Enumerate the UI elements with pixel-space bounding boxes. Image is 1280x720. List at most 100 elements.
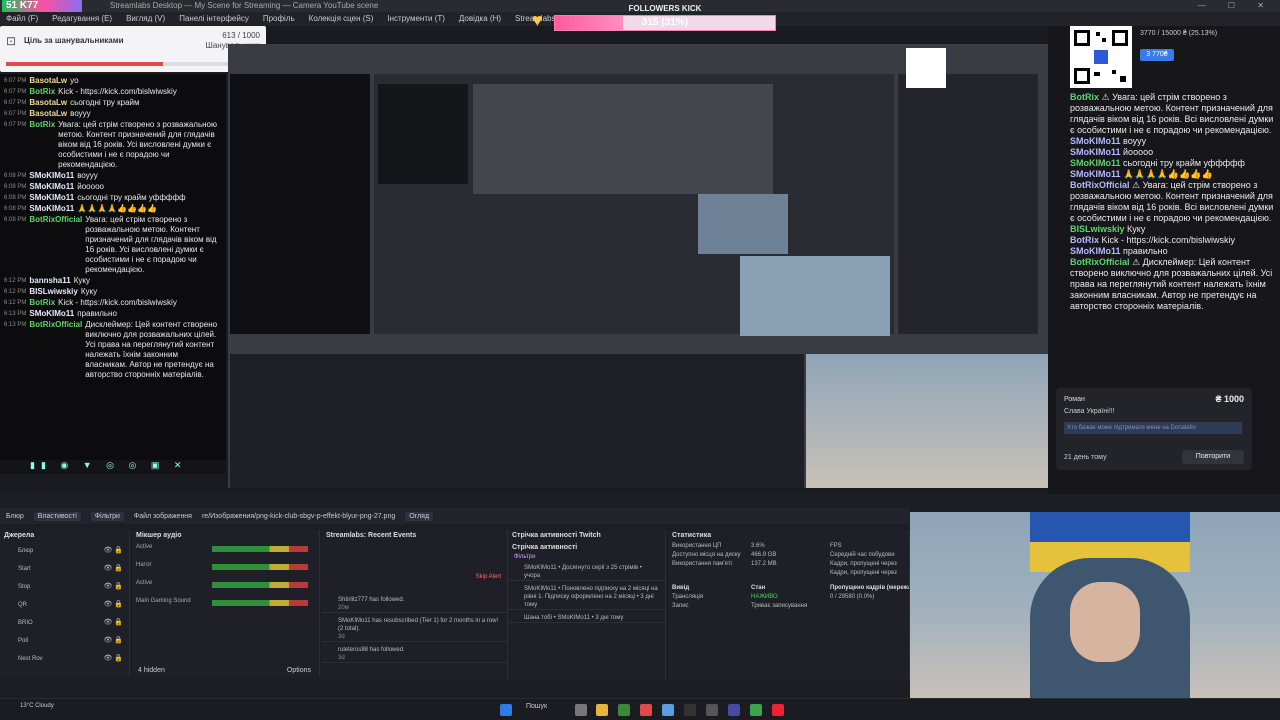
menu-item[interactable]: Інструменти (T) bbox=[387, 12, 445, 26]
record-icon[interactable] bbox=[772, 704, 784, 716]
chat-message: 6:12 PM BotRix Kick - https://kick.com/bis… bbox=[4, 298, 222, 308]
source-item[interactable]: BRIO 👁 🔒 bbox=[0, 614, 129, 632]
explorer-icon[interactable] bbox=[596, 704, 608, 716]
mixer-options[interactable]: Options bbox=[287, 667, 311, 674]
stats-cell bbox=[672, 569, 751, 578]
image-file-label: Файл зображення bbox=[133, 512, 192, 520]
volume-meter[interactable] bbox=[212, 546, 308, 552]
chat-message: 6:07 PM BasotaLw воууу bbox=[4, 109, 222, 119]
source-item[interactable]: Nest Rov 👁 🔒 bbox=[0, 650, 129, 668]
task-view-icon[interactable] bbox=[575, 704, 587, 716]
skip-alert-button[interactable]: Skip Alert bbox=[476, 574, 501, 580]
weather-widget[interactable]: 13°C Cloudy bbox=[20, 703, 54, 710]
chrome-icon[interactable] bbox=[750, 704, 762, 716]
start-icon[interactable] bbox=[500, 704, 512, 716]
chat-text: Куку bbox=[80, 287, 98, 296]
menu-item[interactable]: Панелі інтерфейсу bbox=[179, 12, 249, 26]
app-logo: 51 K77 bbox=[2, 0, 82, 12]
chat-time: 6:07 PM bbox=[4, 111, 27, 117]
chat-username: BISLwiwskiy bbox=[29, 287, 78, 296]
app-icon[interactable] bbox=[684, 704, 696, 716]
stats-cell: 466.9 GB bbox=[751, 552, 777, 558]
event-item: Shtirlitz777 has followed. 20м bbox=[322, 592, 507, 613]
stats-header: Пропущено кадрів (мережа) bbox=[830, 585, 909, 591]
menu-item[interactable]: Редагування (E) bbox=[52, 12, 112, 26]
chat-toolbar[interactable]: ▮▮ ◉ ▼ ◎ ◎ ▣ ✕ bbox=[0, 460, 226, 474]
obs-icon[interactable] bbox=[706, 704, 718, 716]
chat-time: 6:07 PM bbox=[4, 78, 27, 84]
donation-card: Роман ₴ 1000 Слава Україні!!! Хто бажає … bbox=[1056, 388, 1252, 470]
stats-row: Доступно місця на диску 466.9 GB Середній … bbox=[668, 551, 909, 560]
volume-meter[interactable] bbox=[212, 582, 308, 588]
nested-qr bbox=[906, 48, 946, 88]
window-controls[interactable]: — ☐ ✕ bbox=[1198, 0, 1274, 12]
right-chat-text: 🙏🙏🙏🙏👍👍👍👍 bbox=[1123, 169, 1213, 179]
right-chat-username: SMoKIMo11 bbox=[1070, 158, 1121, 168]
audio-mixer-panel: Мікшер аудіо Active Натог Active Main Gamin… bbox=[132, 530, 320, 676]
right-chat-message: SMoKIMo11 🙏🙏🙏🙏👍👍👍👍 bbox=[1048, 169, 1280, 180]
source-label: QR bbox=[18, 602, 27, 608]
mixer-label: Active bbox=[136, 544, 153, 550]
menu-item[interactable]: Файл (F) bbox=[6, 12, 38, 26]
stats-cell: Використання ЦП bbox=[672, 543, 722, 549]
volume-meter[interactable] bbox=[212, 600, 308, 606]
visibility-icon[interactable]: 👁 🔒 bbox=[103, 596, 123, 614]
visibility-icon[interactable]: 👁 🔒 bbox=[103, 578, 123, 596]
menu-item[interactable]: Профіль bbox=[263, 12, 295, 26]
chat-text: Kick - https://kick.com/bislwiwskiy bbox=[58, 87, 177, 96]
chat-text: сьогодні тру крайм bbox=[70, 98, 140, 107]
stats-cell: FPS bbox=[830, 543, 842, 549]
menu-item[interactable]: Колекція сцен (S) bbox=[309, 12, 374, 26]
chat-message: 6:13 PM BotRixOfficial Дисклеймер: Цей кон… bbox=[4, 320, 222, 380]
donation-total-button[interactable]: 3 770₴ bbox=[1140, 49, 1174, 61]
right-chat-username: BISLwiwskiy bbox=[1070, 224, 1125, 234]
browser-icon[interactable] bbox=[640, 704, 652, 716]
chat-message: 6:12 PM bannsha11 Куку bbox=[4, 276, 222, 286]
chat-time: 6:13 PM bbox=[4, 322, 27, 328]
chat-username: bannsha11 bbox=[29, 276, 71, 285]
source-item[interactable]: Блюр 👁 🔒 bbox=[0, 542, 129, 560]
output-row: Трансляція НАЖИВО 0 / 29580 (0.0%) bbox=[668, 593, 909, 602]
right-chat-text: Kick - https://kick.com/bislwiwskiy bbox=[1101, 235, 1236, 245]
source-item[interactable]: Stop 👁 🔒 bbox=[0, 578, 129, 596]
followers-kick-label: FOLLOWERS KICK bbox=[628, 4, 702, 13]
source-item[interactable]: QR 👁 🔒 bbox=[0, 596, 129, 614]
menu-item[interactable]: Вигляд (V) bbox=[126, 12, 165, 26]
menu-item[interactable]: Довідка (H) bbox=[459, 12, 501, 26]
event-text: Shtirlitz777 has followed. bbox=[338, 597, 405, 603]
visibility-icon[interactable]: 👁 🔒 bbox=[103, 614, 123, 632]
visibility-icon[interactable]: 👁 🔒 bbox=[103, 542, 123, 560]
repeat-button[interactable]: Повторити bbox=[1182, 450, 1244, 464]
filters-button[interactable]: Фільтри bbox=[90, 511, 124, 521]
visibility-icon[interactable]: 👁 🔒 bbox=[103, 560, 123, 578]
source-label: Stop bbox=[18, 584, 31, 590]
visibility-icon[interactable]: 👁 🔒 bbox=[103, 650, 123, 668]
stats-cell: Кадри, пропущені через bbox=[830, 570, 897, 576]
visibility-icon[interactable]: 👁 🔒 bbox=[103, 632, 123, 650]
chat-username: SMoKIMo11 bbox=[29, 182, 75, 191]
donation-goal-stats: 3770 / 15000 ₴ (25.13%) bbox=[1140, 30, 1218, 37]
event-item: SMoKIMo11 has resubscribed (Tier 1) for … bbox=[322, 613, 507, 642]
streamlabs-icon[interactable] bbox=[728, 704, 740, 716]
volume-meter[interactable] bbox=[212, 564, 308, 570]
source-label: Start bbox=[18, 566, 31, 572]
right-chat-username: SMoKIMo11 bbox=[1070, 246, 1121, 256]
chat-message: 6:08 PM BotRixOfficial Увага: цей стрім ст… bbox=[4, 215, 222, 275]
goal-progress-bar bbox=[6, 62, 262, 66]
followers-kick-value: 315 (31%) bbox=[641, 17, 689, 28]
taskbar-search[interactable]: Пошук bbox=[526, 703, 547, 710]
properties-button[interactable]: Властивості bbox=[33, 511, 81, 521]
mixer-title: Мікшер аудіо bbox=[136, 532, 182, 539]
chat-username: BotRix bbox=[29, 120, 56, 129]
source-item[interactable]: Start 👁 🔒 bbox=[0, 560, 129, 578]
activity-item: SMoKIMo11 • Досягнуто серії з 25 стрімів… bbox=[508, 560, 665, 581]
edge-icon[interactable] bbox=[618, 704, 630, 716]
source-item[interactable]: Poll 👁 🔒 bbox=[0, 632, 129, 650]
chat-text: 🙏🙏🙏🙏👍👍👍👍 bbox=[77, 204, 157, 213]
chat-message: 6:08 PM SMoKIMo11 воууу bbox=[4, 171, 222, 181]
chat-username: BotRix bbox=[29, 87, 56, 96]
telegram-icon[interactable] bbox=[662, 704, 674, 716]
browse-button[interactable]: Огляд bbox=[405, 511, 434, 521]
stream-preview[interactable] bbox=[228, 44, 1048, 488]
donation-amount: ₴ 1000 bbox=[1215, 394, 1244, 404]
